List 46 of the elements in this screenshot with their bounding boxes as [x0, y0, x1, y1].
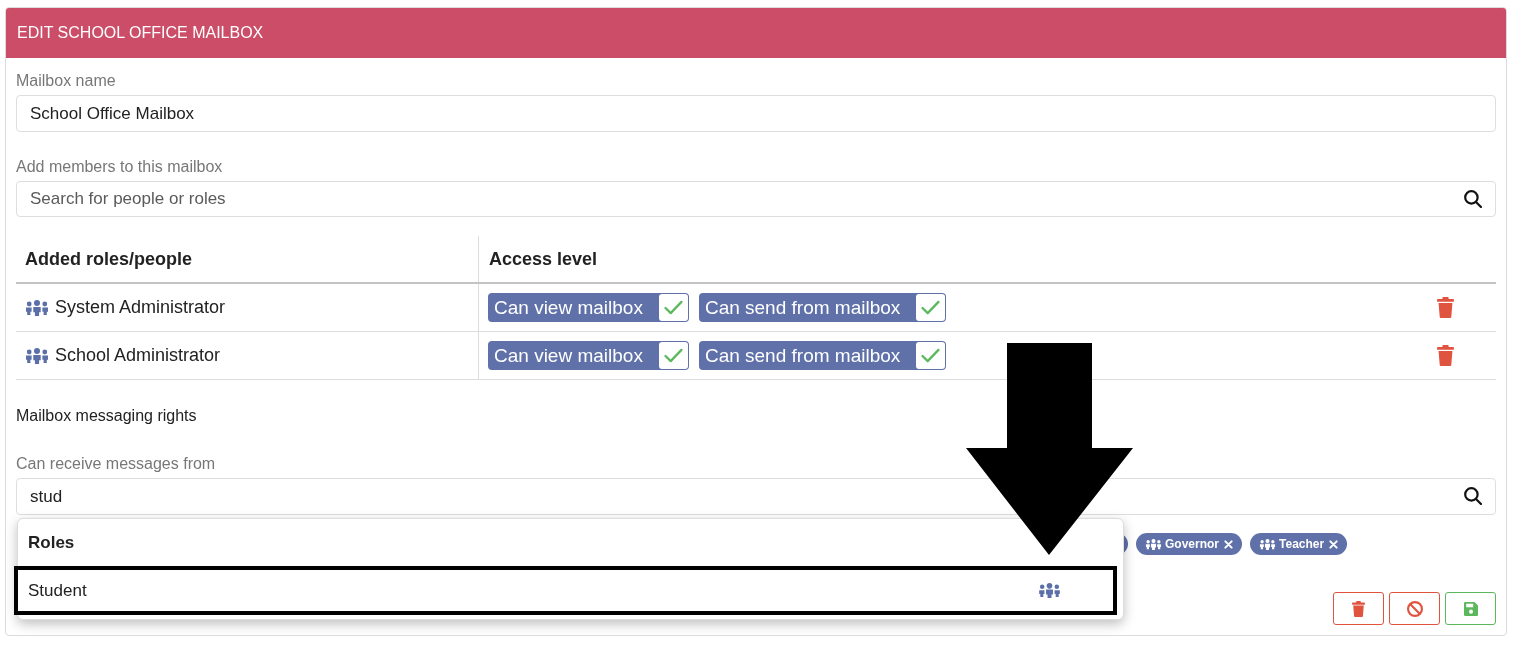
group-icon: [1038, 583, 1061, 598]
permission-toggle[interactable]: Can view mailbox: [488, 341, 689, 370]
group-icon: [25, 347, 49, 364]
check-icon: [921, 348, 941, 363]
role-name: System Administrator: [55, 296, 226, 319]
remove-icon[interactable]: [1329, 539, 1339, 549]
group-icon: [25, 299, 49, 316]
permission-toggle[interactable]: Can view mailbox: [488, 293, 689, 322]
remove-icon[interactable]: [1224, 539, 1233, 549]
column-header: Added roles/people: [25, 247, 193, 271]
search-field[interactable]: Search for people or roles: [16, 181, 1496, 217]
checkbox[interactable]: [916, 342, 946, 369]
field-label: Mailbox name: [16, 71, 117, 91]
check-icon: [663, 348, 683, 363]
search-icon[interactable]: [1464, 190, 1482, 208]
permission-toggle[interactable]: Can send from mailbox: [698, 341, 947, 370]
dropdown-heading: Roles: [27, 531, 75, 554]
field-label: Add members to this mailbox: [16, 157, 224, 177]
tag-label: Teacher: [1279, 536, 1325, 553]
search-field[interactable]: stud: [16, 478, 1496, 515]
section-title: Mailbox messaging rights: [16, 406, 198, 426]
panel-title: EDIT SCHOOL OFFICE MAILBOX: [17, 23, 264, 43]
save-button[interactable]: [1445, 592, 1496, 625]
permission-toggle[interactable]: Can send from mailbox: [698, 293, 947, 322]
checkbox[interactable]: [658, 294, 688, 321]
delete-button[interactable]: [1437, 297, 1454, 318]
check-icon: [663, 300, 683, 315]
trash-icon: [1437, 345, 1454, 366]
group-icon: [1259, 538, 1276, 550]
delete-button[interactable]: [1437, 345, 1454, 366]
check-icon: [921, 300, 941, 315]
trash-icon: [1437, 297, 1454, 318]
column-header: Access level: [489, 247, 598, 271]
dropdown-option[interactable]: Student: [14, 566, 1117, 615]
tag-label: Governor: [1165, 536, 1219, 553]
delete-button[interactable]: [1333, 592, 1384, 625]
field-label: Can receive messages from: [16, 454, 217, 474]
search-icon[interactable]: [1464, 487, 1482, 505]
ban-icon: [1406, 600, 1423, 617]
checkbox[interactable]: [916, 294, 946, 321]
group-icon: [1145, 538, 1162, 550]
cancel-button[interactable]: [1389, 592, 1440, 625]
trash-icon: [1352, 600, 1365, 617]
text-field[interactable]: School Office Mailbox: [16, 95, 1496, 132]
role-name: School Administrator: [55, 344, 221, 367]
checkbox[interactable]: [658, 342, 688, 369]
